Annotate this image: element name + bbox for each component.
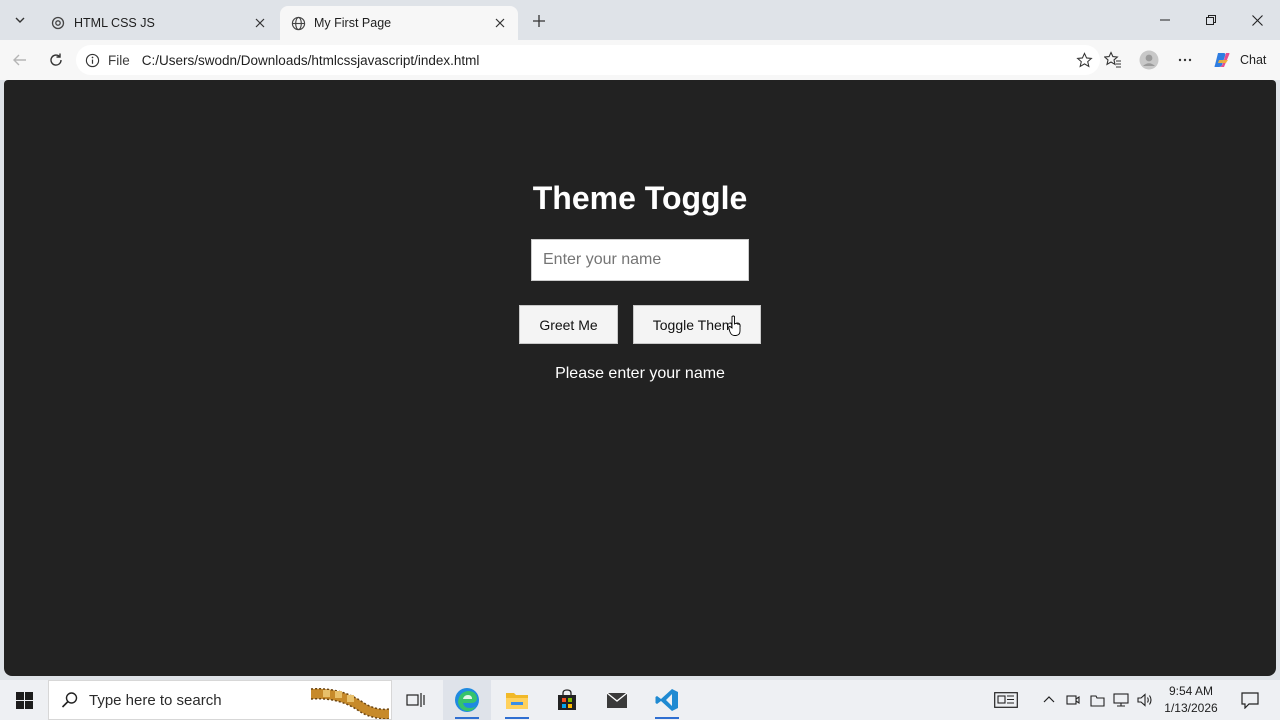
chevron-down-icon <box>15 17 25 23</box>
tab-html-css-js[interactable]: HTML CSS JS <box>40 6 278 40</box>
profile-button[interactable] <box>1135 46 1163 74</box>
address-bar[interactable]: File C:/Users/swodn/Downloads/htmlcssjav… <box>76 45 1100 75</box>
name-input[interactable] <box>531 239 749 281</box>
tab-title: My First Page <box>314 16 392 30</box>
file-explorer-icon <box>506 693 528 709</box>
openai-icon <box>50 15 66 31</box>
close-icon <box>1251 14 1263 26</box>
refresh-icon <box>50 53 62 66</box>
new-tab-button[interactable] <box>526 8 552 34</box>
vscode-icon <box>655 689 678 711</box>
tray-onedrive[interactable] <box>1085 680 1109 720</box>
store-icon <box>558 689 576 710</box>
taskbar-store[interactable] <box>543 680 591 720</box>
star-icon[interactable] <box>1070 46 1098 74</box>
windows-logo-icon <box>15 691 33 709</box>
tab-strip: HTML CSS JS My First Page <box>0 0 1280 40</box>
clock-date: 1/13/2026 <box>1164 701 1218 715</box>
address-scheme-label: File <box>108 52 130 68</box>
copilot-icon <box>1214 53 1230 67</box>
browser-toolbar: File C:/Users/swodn/Downloads/htmlcssjav… <box>0 40 1280 80</box>
edge-icon <box>455 688 479 712</box>
chat-label: Chat <box>1240 53 1267 67</box>
tab-my-first-page[interactable]: My First Page <box>280 6 518 40</box>
mail-icon <box>606 692 628 708</box>
info-icon[interactable] <box>84 52 100 68</box>
search-placeholder: Type here to search <box>89 691 222 709</box>
close-icon[interactable] <box>252 15 268 31</box>
greet-me-button[interactable]: Greet Me <box>519 305 618 344</box>
more-horizontal-icon <box>1178 58 1192 62</box>
taskbar: Type here to search 9:54 AM 1/13/2026 <box>0 680 1280 720</box>
back-button[interactable] <box>6 46 34 74</box>
news-widget-button[interactable] <box>992 680 1020 720</box>
globe-icon <box>290 15 306 31</box>
greeting-message: Please enter your name <box>555 365 725 382</box>
network-icon <box>1113 693 1129 707</box>
page-viewport: Theme Toggle Greet Me Toggle Theme Pleas… <box>4 80 1276 676</box>
favorites-button[interactable] <box>1099 46 1127 74</box>
avatar-icon <box>1139 50 1159 70</box>
close-icon[interactable] <box>492 15 508 31</box>
notification-icon <box>1241 691 1259 709</box>
film-reel-illustration <box>310 688 390 719</box>
refresh-button[interactable] <box>42 46 70 74</box>
minimize-icon <box>1160 19 1170 21</box>
taskbar-file-explorer[interactable] <box>493 680 541 720</box>
page-title: Theme Toggle <box>532 180 748 216</box>
chevron-up-icon <box>1043 696 1055 703</box>
notification-center-button[interactable] <box>1232 680 1268 720</box>
taskbar-edge[interactable] <box>443 680 491 720</box>
taskbar-search-box[interactable]: Type here to search <box>48 680 392 720</box>
favorites-icon <box>1104 51 1121 68</box>
address-url[interactable]: C:/Users/swodn/Downloads/htmlcssjavascri… <box>142 53 1070 68</box>
restore-button[interactable] <box>1188 0 1234 40</box>
plus-icon <box>533 15 545 27</box>
hand-cursor-icon <box>728 315 741 336</box>
task-view-button[interactable] <box>392 680 440 720</box>
settings-more-button[interactable] <box>1171 46 1199 74</box>
taskbar-mail[interactable] <box>593 680 641 720</box>
news-icon <box>994 692 1018 708</box>
taskbar-vscode[interactable] <box>643 680 691 720</box>
camera-icon <box>1066 695 1080 705</box>
search-icon <box>61 691 79 709</box>
speaker-icon <box>1137 693 1152 707</box>
arrow-left-icon <box>13 54 26 66</box>
minimize-button[interactable] <box>1142 0 1188 40</box>
close-window-button[interactable] <box>1234 0 1280 40</box>
clock-time: 9:54 AM <box>1168 684 1214 698</box>
tab-actions-button[interactable] <box>6 6 34 34</box>
tray-volume[interactable] <box>1133 680 1157 720</box>
copilot-chat-button[interactable]: Chat <box>1206 46 1274 74</box>
tray-meet-now[interactable] <box>1061 680 1085 720</box>
task-view-icon <box>406 693 425 707</box>
show-hidden-icons-button[interactable] <box>1037 680 1061 720</box>
tab-title: HTML CSS JS <box>74 16 155 30</box>
folder-sync-icon <box>1089 695 1105 707</box>
restore-icon <box>1206 15 1216 25</box>
tray-network[interactable] <box>1109 680 1133 720</box>
taskbar-clock[interactable]: 9:54 AM 1/13/2026 <box>1158 683 1224 717</box>
start-button[interactable] <box>0 680 48 720</box>
